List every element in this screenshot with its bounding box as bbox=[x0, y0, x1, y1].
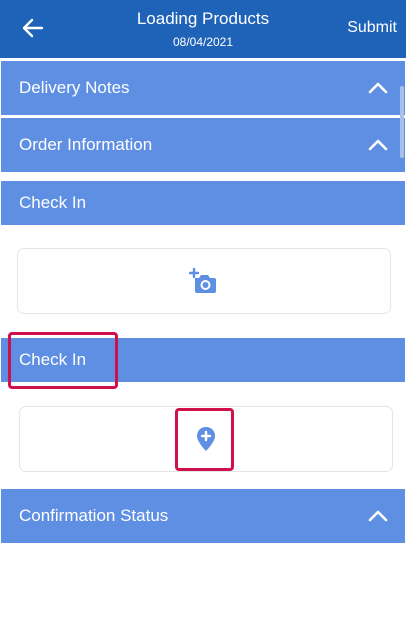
section-confirmation-status[interactable]: Confirmation Status bbox=[1, 489, 405, 543]
chevron-up-icon[interactable] bbox=[367, 81, 389, 95]
app-header: Loading Products 08/04/2021 Submit bbox=[0, 0, 406, 58]
submit-button[interactable]: Submit bbox=[347, 19, 397, 37]
section-check-in-photo-label: Check In bbox=[19, 193, 87, 212]
section-check-in-location: Check In bbox=[1, 338, 405, 382]
scrollbar[interactable] bbox=[400, 86, 404, 158]
chevron-up-icon[interactable] bbox=[367, 509, 389, 523]
photo-capture-card[interactable] bbox=[17, 248, 391, 314]
section-check-in-photo: Check In bbox=[1, 181, 405, 225]
section-delivery-notes-label: Delivery Notes bbox=[19, 78, 130, 97]
section-order-information-label: Order Information bbox=[19, 135, 153, 154]
page-title: Loading Products bbox=[136, 9, 270, 28]
section-delivery-notes[interactable]: Delivery Notes bbox=[1, 61, 405, 115]
add-photo-icon[interactable] bbox=[189, 267, 219, 295]
section-check-in-location-label: Check In bbox=[19, 350, 87, 369]
chevron-up-icon[interactable] bbox=[367, 138, 389, 152]
section-order-information[interactable]: Order Information bbox=[1, 118, 405, 172]
location-capture-card[interactable] bbox=[19, 406, 393, 472]
section-confirmation-status-label: Confirmation Status bbox=[19, 506, 169, 525]
add-location-icon[interactable] bbox=[195, 426, 217, 452]
page-date: 08/04/2021 bbox=[172, 35, 234, 49]
